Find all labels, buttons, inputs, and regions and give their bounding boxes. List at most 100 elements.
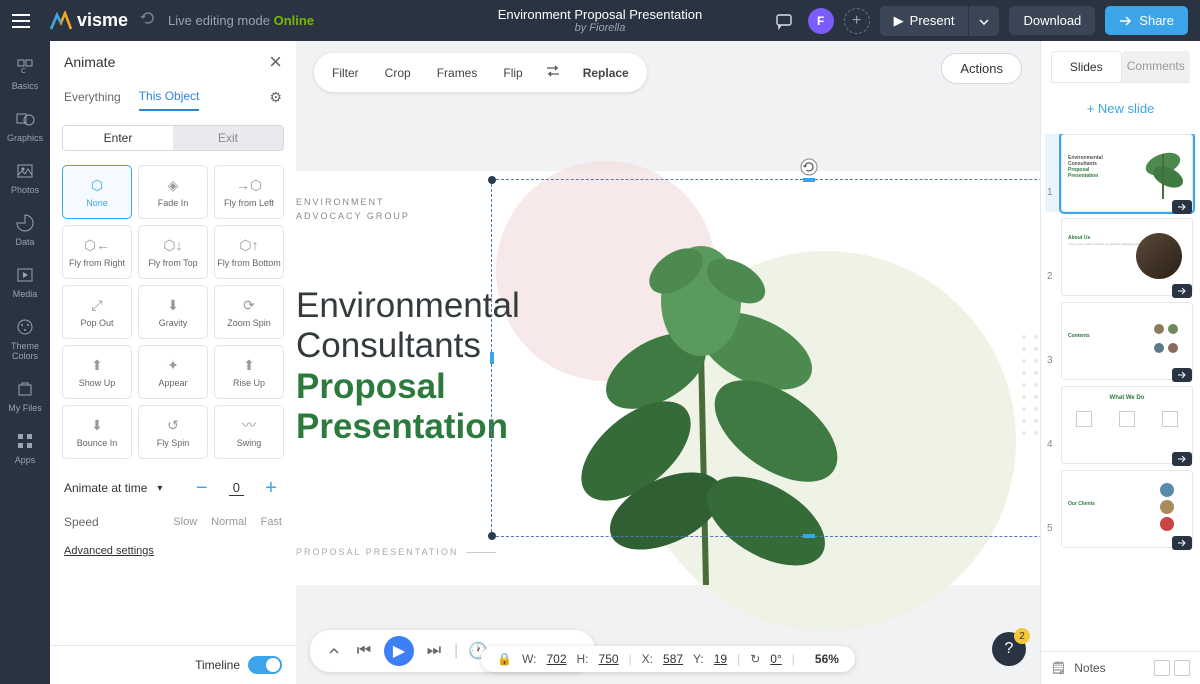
handle-s[interactable] bbox=[803, 534, 815, 538]
nav-media[interactable]: Media bbox=[0, 257, 50, 307]
tab-everything[interactable]: Everything bbox=[64, 84, 121, 110]
rotate-handle[interactable] bbox=[800, 158, 818, 176]
nav-theme-colors[interactable]: Theme Colors bbox=[0, 309, 50, 369]
transition-icon[interactable] bbox=[1172, 368, 1192, 382]
anim-none[interactable]: ⬡None bbox=[62, 165, 132, 219]
nav-my-files[interactable]: My Files bbox=[0, 371, 50, 421]
enter-tab[interactable]: Enter bbox=[63, 126, 173, 150]
anim-swing[interactable]: 〰Swing bbox=[214, 405, 284, 459]
anim-fly-from-right[interactable]: ⬡←Fly from Right bbox=[62, 225, 132, 279]
nav-apps[interactable]: Apps bbox=[0, 423, 50, 473]
tab-comments[interactable]: Comments bbox=[1122, 51, 1191, 82]
undo-icon[interactable] bbox=[138, 9, 156, 32]
slide-canvas[interactable]: ENVIRONMENTADVOCACY GROUP Environmental … bbox=[296, 171, 1040, 585]
anim-fly-spin[interactable]: ↺Fly Spin bbox=[138, 405, 208, 459]
canvas-area[interactable]: Filter Crop Frames Flip Replace Actions … bbox=[296, 41, 1040, 684]
slide-thumb-5[interactable]: 5Our Clients bbox=[1045, 470, 1196, 548]
zoom-value[interactable]: 56% bbox=[815, 652, 839, 666]
anim-show-up[interactable]: ⬆Show Up bbox=[62, 345, 132, 399]
close-icon[interactable]: × bbox=[269, 51, 282, 73]
add-user-button[interactable]: + bbox=[844, 8, 870, 34]
slide-thumb-2[interactable]: 2About UsLorem ipsum dolor sit amet cons… bbox=[1045, 218, 1196, 296]
x-value[interactable]: 587 bbox=[663, 652, 683, 666]
lock-icon[interactable]: 🔒 bbox=[497, 652, 512, 666]
anim-icon: ◈ bbox=[162, 175, 184, 195]
comment-icon[interactable] bbox=[770, 7, 798, 35]
play-button[interactable]: ▶ bbox=[384, 636, 414, 666]
user-avatar[interactable]: F bbox=[808, 8, 834, 34]
toolbar-replace[interactable]: Replace bbox=[571, 60, 641, 86]
advanced-settings-link[interactable]: Advanced settings bbox=[50, 535, 296, 567]
download-button[interactable]: Download bbox=[1009, 6, 1095, 35]
anim-label: Appear bbox=[158, 379, 187, 389]
slide-thumb-1[interactable]: 1EnvironmentalConsultantsProposalPresent… bbox=[1045, 134, 1196, 212]
anim-icon: ⬡← bbox=[86, 235, 108, 255]
speed-normal[interactable]: Normal bbox=[211, 516, 246, 528]
nav-basics[interactable]: CBasics bbox=[0, 49, 50, 99]
rotation-value[interactable]: 0° bbox=[770, 652, 781, 666]
handle-w[interactable] bbox=[490, 352, 494, 364]
nav-graphics[interactable]: Graphics bbox=[0, 101, 50, 151]
speed-slow[interactable]: Slow bbox=[173, 516, 197, 528]
exit-tab[interactable]: Exit bbox=[173, 126, 283, 150]
view-grid-icon[interactable] bbox=[1154, 660, 1170, 676]
slide-subtitle: ENVIRONMENTADVOCACY GROUP bbox=[296, 196, 410, 223]
tab-this-object[interactable]: This Object bbox=[139, 83, 200, 111]
nav-photos[interactable]: Photos bbox=[0, 153, 50, 203]
nav-data[interactable]: Data bbox=[0, 205, 50, 255]
new-slide-button[interactable]: + New slide bbox=[1051, 93, 1190, 124]
view-list-icon[interactable] bbox=[1174, 660, 1190, 676]
present-button[interactable]: ▶ Present bbox=[880, 6, 969, 36]
next-button[interactable]: ⏭ bbox=[424, 641, 444, 661]
anim-zoom-spin[interactable]: ⟳Zoom Spin bbox=[214, 285, 284, 339]
timeline-toggle[interactable] bbox=[248, 656, 282, 674]
help-button[interactable]: ? 2 bbox=[992, 632, 1026, 666]
increase-time-button[interactable]: + bbox=[260, 477, 282, 499]
width-value[interactable]: 702 bbox=[546, 652, 566, 666]
share-button[interactable]: Share bbox=[1105, 6, 1188, 35]
anim-rise-up[interactable]: ⬆Rise Up bbox=[214, 345, 284, 399]
tab-slides[interactable]: Slides bbox=[1051, 51, 1122, 82]
anim-appear[interactable]: ✦Appear bbox=[138, 345, 208, 399]
transition-icon[interactable] bbox=[1172, 200, 1192, 214]
hamburger-menu[interactable] bbox=[0, 0, 41, 41]
anim-fade-in[interactable]: ◈Fade In bbox=[138, 165, 208, 219]
toolbar-flip[interactable]: Flip bbox=[491, 60, 534, 86]
collapse-icon[interactable] bbox=[324, 641, 344, 661]
actions-button[interactable]: Actions bbox=[941, 53, 1022, 84]
help-badge: 2 bbox=[1014, 628, 1030, 644]
toolbar-filter[interactable]: Filter bbox=[320, 60, 371, 86]
decrease-time-button[interactable]: − bbox=[191, 477, 213, 499]
handle-nw[interactable] bbox=[488, 176, 496, 184]
anim-gravity[interactable]: ⬇Gravity bbox=[138, 285, 208, 339]
toolbar-crop[interactable]: Crop bbox=[373, 60, 423, 86]
anim-icon: ⬡↓ bbox=[162, 235, 184, 255]
notes-label[interactable]: Notes bbox=[1074, 661, 1105, 675]
handle-n[interactable] bbox=[803, 178, 815, 182]
transition-icon[interactable] bbox=[1172, 536, 1192, 550]
document-title-area: Environment Proposal Presentation by Fio… bbox=[498, 7, 703, 34]
anim-icon: ↺ bbox=[162, 415, 184, 435]
time-value[interactable]: 0 bbox=[229, 480, 244, 496]
anim-fly-from-bottom[interactable]: ⬡↑Fly from Bottom bbox=[214, 225, 284, 279]
handle-sw[interactable] bbox=[488, 532, 496, 540]
chevron-down-icon[interactable]: ▾ bbox=[157, 483, 162, 494]
anim-fly-from-left[interactable]: →⬡Fly from Left bbox=[214, 165, 284, 219]
selection-box[interactable] bbox=[491, 179, 1040, 537]
gear-icon[interactable]: ⚙ bbox=[269, 89, 282, 106]
transition-icon[interactable] bbox=[1172, 452, 1192, 466]
present-dropdown[interactable] bbox=[968, 6, 999, 36]
replace-icon[interactable] bbox=[537, 58, 569, 87]
prev-button[interactable]: ⏮ bbox=[354, 641, 374, 661]
rotate-icon[interactable]: ↻ bbox=[750, 652, 760, 666]
speed-fast[interactable]: Fast bbox=[261, 516, 282, 528]
anim-fly-from-top[interactable]: ⬡↓Fly from Top bbox=[138, 225, 208, 279]
anim-pop-out[interactable]: ⤢Pop Out bbox=[62, 285, 132, 339]
height-value[interactable]: 750 bbox=[599, 652, 619, 666]
slide-thumb-4[interactable]: 4What We Do bbox=[1045, 386, 1196, 464]
anim-bounce-in[interactable]: ⬇Bounce In bbox=[62, 405, 132, 459]
transition-icon[interactable] bbox=[1172, 284, 1192, 298]
y-value[interactable]: 19 bbox=[714, 652, 727, 666]
toolbar-frames[interactable]: Frames bbox=[425, 60, 490, 86]
slide-thumb-3[interactable]: 3Contents bbox=[1045, 302, 1196, 380]
